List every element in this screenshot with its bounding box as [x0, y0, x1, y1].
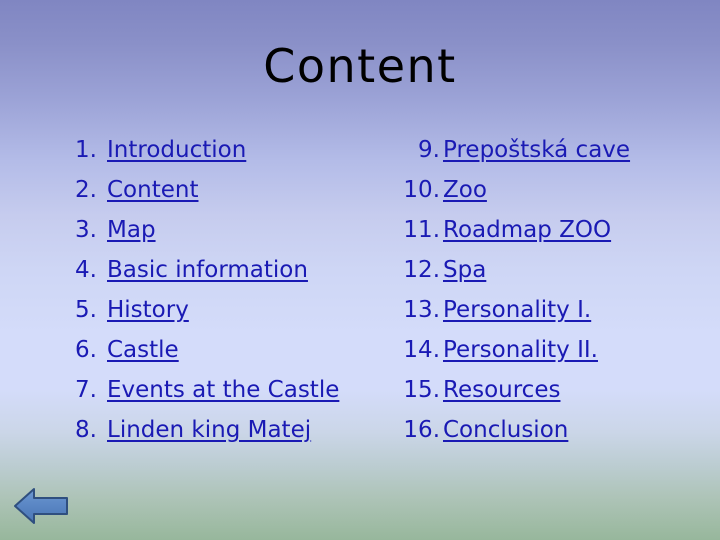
list-item-link[interactable]: Roadmap ZOO [443, 210, 611, 250]
list-item-number: 4. [75, 257, 97, 283]
list-item[interactable]: 5. History [55, 290, 355, 330]
list-item-link[interactable]: Conclusion [443, 410, 568, 450]
list-item-number: 9. [418, 137, 440, 163]
list-item[interactable]: 8. Linden king Matej [55, 410, 355, 450]
list-item[interactable]: 7. Events at the Castle [55, 370, 355, 410]
list-item-link[interactable]: Personality I. [443, 290, 591, 330]
list-item-number: 2. [75, 177, 97, 203]
list-item[interactable]: 10. Zoo [398, 170, 688, 210]
list-item-link[interactable]: Map [107, 210, 156, 250]
list-item[interactable]: 1. Introduction [55, 130, 355, 170]
list-item-link[interactable]: Events at the Castle [107, 370, 339, 410]
list-item-number: 12. [403, 257, 440, 283]
list-item-number: 5. [75, 297, 97, 323]
list-item[interactable]: 11. Roadmap ZOO [398, 210, 688, 250]
back-navigation-button[interactable] [12, 484, 70, 528]
list-item-number: 11. [403, 217, 440, 243]
list-item-number: 1. [75, 137, 97, 163]
list-item[interactable]: 4. Basic information [55, 250, 355, 290]
list-item-link[interactable]: Content [107, 170, 198, 210]
list-item-number: 8. [75, 417, 97, 443]
list-item[interactable]: 15. Resources [398, 370, 688, 410]
list-item-link[interactable]: Basic information [107, 250, 308, 290]
list-item-number: 15. [403, 377, 440, 403]
list-item-number: 6. [75, 337, 97, 363]
list-item[interactable]: 2. Content [55, 170, 355, 210]
list-item[interactable]: 16. Conclusion [398, 410, 688, 450]
arrow-left-icon[interactable] [12, 484, 70, 528]
list-item-link[interactable]: History [107, 290, 189, 330]
list-item[interactable]: 9. Prepoštská cave [398, 130, 688, 170]
list-item-number: 3. [75, 217, 97, 243]
list-item-number: 13. [403, 297, 440, 323]
list-item[interactable]: 12. Spa [398, 250, 688, 290]
toc-column-left: 1. Introduction 2. Content 3. Map 4. Bas… [55, 130, 355, 450]
list-item-link[interactable]: Spa [443, 250, 486, 290]
list-item[interactable]: 14. Personality II. [398, 330, 688, 370]
list-item-link[interactable]: Personality II. [443, 330, 598, 370]
list-item-link[interactable]: Castle [107, 330, 179, 370]
page-title: Content [263, 39, 457, 93]
list-item[interactable]: 13. Personality I. [398, 290, 688, 330]
list-item[interactable]: 6. Castle [55, 330, 355, 370]
slide-canvas: Content 1. Introduction 2. Content 3. Ma… [0, 0, 720, 540]
list-item-link[interactable]: Zoo [443, 170, 487, 210]
list-item-link[interactable]: Linden king Matej [107, 410, 311, 450]
toc-column-right: 9. Prepoštská cave 10. Zoo 11. Roadmap Z… [398, 130, 688, 450]
list-item[interactable]: 3. Map [55, 210, 355, 250]
list-item-number: 7. [75, 377, 97, 403]
list-item-link[interactable]: Resources [443, 370, 560, 410]
list-item-number: 16. [403, 417, 440, 443]
list-item-number: 10. [403, 177, 440, 203]
list-item-number: 14. [403, 337, 440, 363]
list-item-link[interactable]: Prepoštská cave [443, 130, 630, 170]
list-item-link[interactable]: Introduction [107, 130, 246, 170]
